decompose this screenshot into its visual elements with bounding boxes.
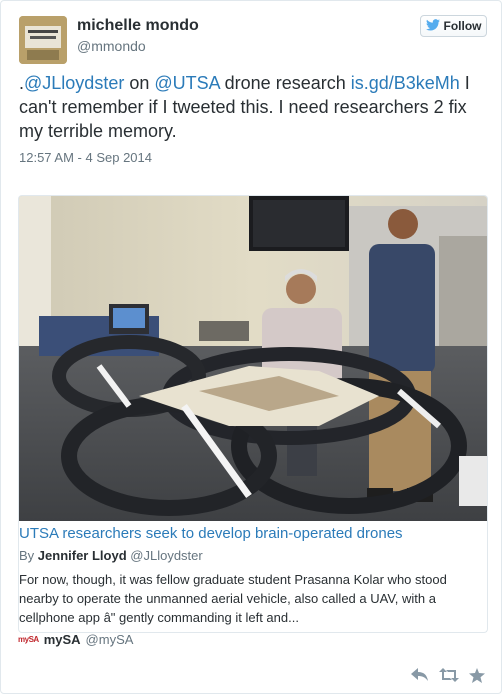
follow-label: Follow — [443, 19, 482, 33]
byline-prefix: By — [19, 548, 35, 563]
tweet-card: michelle mondo @mmondo Follow .@JLloydst… — [0, 0, 502, 694]
mysa-logo: mySA — [18, 635, 39, 644]
twitter-bird-icon — [425, 18, 440, 34]
media-photo[interactable] — [18, 195, 488, 521]
tweet-timestamp[interactable]: 12:57 AM - 4 Sep 2014 — [19, 150, 152, 165]
link-card-summary: UTSA researchers seek to develop brain-o… — [18, 521, 488, 633]
source-name[interactable]: mySA — [44, 632, 81, 647]
tweet-text: .@JLloydster on @UTSA drone research is.… — [19, 71, 489, 143]
reply-icon[interactable] — [411, 668, 429, 682]
card-description: For now, though, it was fellow graduate … — [19, 572, 447, 625]
avatar[interactable] — [19, 16, 67, 64]
user-handle[interactable]: @mmondo — [77, 38, 146, 54]
tweet-text-part-2: drone research — [219, 73, 351, 93]
tweet-link[interactable]: is.gd/B3keMh — [351, 73, 460, 93]
card-author[interactable]: Jennifer Lloyd — [38, 548, 127, 563]
card-byline: By Jennifer Lloyd @JLloydster — [19, 548, 203, 563]
tweet-text-part-1: on — [124, 73, 155, 93]
card-author-handle[interactable]: @JLloydster — [130, 548, 202, 563]
mention-utsa[interactable]: @UTSA — [154, 73, 219, 93]
card-source[interactable]: mySA mySA @mySA — [18, 632, 133, 647]
follow-button[interactable]: Follow — [420, 15, 487, 37]
source-handle[interactable]: @mySA — [86, 632, 134, 647]
star-icon[interactable] — [469, 667, 485, 683]
card-title[interactable]: UTSA researchers seek to develop brain-o… — [19, 525, 403, 542]
retweet-icon[interactable] — [439, 668, 459, 682]
tweet-actions — [411, 665, 491, 685]
user-name[interactable]: michelle mondo — [77, 17, 199, 35]
mention-jlloydster[interactable]: @JLloydster — [24, 73, 124, 93]
